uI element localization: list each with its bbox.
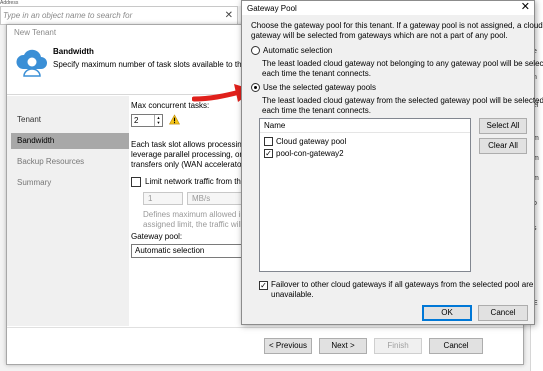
selected-pools-label: Use the selected gateway pools bbox=[263, 83, 376, 92]
gateway-pool-field[interactable]: Automatic selection bbox=[131, 244, 251, 258]
gateway-pool-label: Gateway pool: bbox=[131, 232, 183, 241]
next-button[interactable]: Next > bbox=[319, 338, 367, 354]
wizard-window-title: New Tenant bbox=[14, 28, 57, 37]
pool-checkbox[interactable] bbox=[264, 137, 273, 147]
limit-value-stepper[interactable]: 1 bbox=[143, 192, 183, 205]
sidebar-item-backup-resources[interactable]: Backup Resources bbox=[11, 154, 129, 170]
task-slot-description: Each task slot allows processing o lever… bbox=[131, 140, 251, 169]
warning-icon bbox=[169, 114, 180, 125]
tenant-cloud-icon bbox=[16, 49, 47, 77]
clear-search-icon[interactable]: ✕ bbox=[225, 10, 233, 21]
dialog-cancel-button[interactable]: Cancel bbox=[478, 305, 528, 321]
selected-pools-description: The least loaded cloud gateway from the … bbox=[262, 96, 543, 115]
list-item[interactable]: ✓ pool-con-gateway2 bbox=[264, 149, 344, 161]
limit-network-checkbox[interactable] bbox=[131, 177, 141, 187]
clear-all-button[interactable]: Clear All bbox=[479, 138, 527, 154]
automatic-selection-radio[interactable] bbox=[251, 46, 260, 55]
search-placeholder: Type in an object name to search for bbox=[3, 11, 133, 20]
stepper-arrows-icon[interactable]: ▲ ▼ bbox=[154, 115, 162, 126]
failover-label: Failover to other cloud gateways if all … bbox=[271, 280, 534, 299]
pool-name: pool-con-gateway2 bbox=[276, 149, 344, 158]
previous-button[interactable]: < Previous bbox=[264, 338, 312, 354]
sidebar-item-bandwidth[interactable]: Bandwidth bbox=[11, 133, 129, 149]
gateway-pool-list: Name Cloud gateway pool ✓ pool-con-gatewa… bbox=[259, 118, 471, 272]
failover-checkbox[interactable]: ✓ bbox=[259, 281, 268, 290]
selected-pools-radio[interactable] bbox=[251, 83, 260, 92]
wizard-step-title: Bandwidth bbox=[53, 47, 94, 56]
max-tasks-value: 2 bbox=[134, 116, 139, 125]
automatic-selection-label: Automatic selection bbox=[263, 46, 333, 55]
list-header-name[interactable]: Name bbox=[260, 119, 470, 133]
ok-button[interactable]: OK bbox=[422, 305, 472, 321]
sidebar-item-tenant[interactable]: Tenant bbox=[11, 112, 129, 128]
pool-checkbox-checked[interactable]: ✓ bbox=[264, 149, 273, 159]
finish-button[interactable]: Finish bbox=[374, 338, 422, 354]
select-all-button[interactable]: Select All bbox=[479, 118, 527, 134]
gateway-pool-dialog: Gateway Pool ✕ Choose the gateway pool f… bbox=[241, 0, 543, 325]
background-search-box[interactable]: Type in an object name to search for ✕ bbox=[0, 6, 238, 25]
limit-network-label: Limit network traffic from this bbox=[145, 177, 247, 186]
close-icon[interactable]: ✕ bbox=[521, 1, 530, 14]
wizard-footer: < Previous Next > Finish Cancel bbox=[7, 327, 523, 364]
wizard-step-subtitle: Specify maximum number of task slots ava… bbox=[53, 60, 261, 69]
dialog-title: Gateway Pool bbox=[247, 4, 297, 13]
max-tasks-stepper[interactable]: 2 ▲ ▼ bbox=[131, 114, 163, 127]
wizard-sidebar: Tenant Bandwidth Backup Resources Summar… bbox=[7, 96, 129, 326]
list-item[interactable]: Cloud gateway pool bbox=[264, 137, 346, 149]
wizard-cancel-button[interactable]: Cancel bbox=[429, 338, 483, 354]
dialog-description: Choose the gateway pool for this tenant.… bbox=[251, 21, 543, 40]
sidebar-item-summary[interactable]: Summary bbox=[11, 175, 129, 191]
wizard-content: Max concurrent tasks: 2 ▲ ▼ Each task slo… bbox=[131, 96, 251, 326]
dialog-title-bar: Gateway Pool ✕ bbox=[242, 1, 534, 15]
automatic-selection-description: The least loaded cloud gateway not belon… bbox=[262, 59, 543, 78]
limit-help-text: Defines maximum allowed in assigned limi… bbox=[143, 210, 246, 229]
pool-name: Cloud gateway pool bbox=[276, 137, 347, 146]
